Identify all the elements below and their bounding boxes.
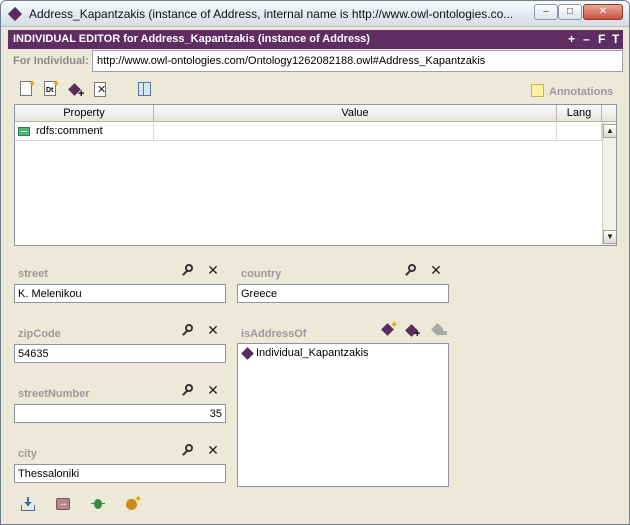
column-header-lang[interactable]: Lang bbox=[557, 105, 602, 122]
value-cell[interactable] bbox=[154, 123, 557, 141]
street-search-icon[interactable] bbox=[181, 264, 195, 278]
arrow-right-icon[interactable]: → bbox=[55, 496, 71, 512]
street-delete-icon[interactable]: ✕ bbox=[206, 263, 220, 277]
import-icon[interactable] bbox=[20, 496, 36, 512]
annotations-table: Property Value Lang rdfs:comment ▲ ▼ bbox=[14, 104, 617, 246]
country-delete-icon[interactable]: ✕ bbox=[429, 263, 443, 277]
scroll-down-icon[interactable]: ▼ bbox=[603, 230, 616, 244]
for-individual-label: For Individual: bbox=[13, 55, 89, 67]
city-search-icon[interactable] bbox=[181, 444, 195, 458]
create-datatype-annotation-icon[interactable]: Dt ✦ bbox=[42, 80, 60, 98]
editor-header-title: INDIVIDUAL EDITOR for Address_Kapantzaki… bbox=[13, 33, 370, 45]
streetnumber-delete-icon[interactable]: ✕ bbox=[206, 383, 220, 397]
country-field[interactable]: Greece bbox=[237, 284, 449, 303]
list-item-label: Individual_Kapantzakis bbox=[256, 347, 369, 359]
isaddressof-label: isAddressOf bbox=[241, 328, 307, 340]
table-scrollbar[interactable]: ▲ ▼ bbox=[602, 122, 616, 245]
create-instance-icon[interactable]: ✦ bbox=[380, 321, 398, 339]
annotations-toggle[interactable]: Annotations bbox=[531, 84, 613, 98]
editor-content: INDIVIDUAL EDITOR for Address_Kapantzaki… bbox=[6, 28, 624, 524]
window-title: Address_Kapantzakis (instance of Address… bbox=[29, 7, 514, 21]
property-name: rdfs:comment bbox=[36, 125, 103, 137]
country-label: country bbox=[241, 268, 282, 280]
window-titlebar[interactable]: Address_Kapantzakis (instance of Address… bbox=[1, 1, 629, 27]
header-t-button[interactable]: T bbox=[612, 32, 619, 46]
note-icon bbox=[531, 84, 544, 97]
zipcode-label: zipCode bbox=[18, 328, 61, 340]
individual-editor-window: Address_Kapantzakis (instance of Address… bbox=[0, 0, 630, 525]
create-annotation-icon[interactable]: ✦ bbox=[18, 80, 36, 98]
table-row[interactable]: rdfs:comment bbox=[15, 123, 602, 141]
editor-header: INDIVIDUAL EDITOR for Address_Kapantzaki… bbox=[8, 30, 623, 49]
header-f-button[interactable]: F bbox=[598, 32, 605, 46]
header-add-button[interactable]: + bbox=[568, 32, 575, 46]
debug-bug-icon[interactable] bbox=[90, 496, 106, 512]
create-metaclass-icon[interactable]: ✦ bbox=[125, 495, 142, 511]
street-label: street bbox=[18, 268, 48, 280]
instance-diamond-icon bbox=[7, 6, 23, 22]
zipcode-field[interactable]: 54635 bbox=[14, 344, 226, 363]
delete-annotation-icon[interactable]: ✕ bbox=[92, 81, 110, 99]
zipcode-delete-icon[interactable]: ✕ bbox=[206, 323, 220, 337]
city-delete-icon[interactable]: ✕ bbox=[206, 443, 220, 457]
isaddressof-list[interactable]: Individual_Kapantzakis bbox=[237, 343, 449, 487]
add-instance-icon[interactable]: + bbox=[404, 322, 422, 340]
annotations-label: Annotations bbox=[549, 86, 614, 98]
table-header: Property Value Lang bbox=[15, 105, 616, 122]
close-window-button[interactable]: ✕ bbox=[583, 4, 623, 20]
streetnumber-label: streetNumber bbox=[18, 388, 90, 400]
add-instance-annotation-icon[interactable]: + bbox=[68, 82, 86, 100]
scroll-up-icon[interactable]: ▲ bbox=[603, 124, 616, 138]
property-cell[interactable]: rdfs:comment bbox=[15, 123, 154, 141]
individual-iri-field[interactable]: http://www.owl-ontologies.com/Ontology12… bbox=[92, 50, 623, 72]
maximize-button[interactable]: □ bbox=[558, 4, 582, 20]
city-field[interactable]: Thessaloniki bbox=[14, 464, 226, 483]
streetnumber-field[interactable]: 35 bbox=[14, 404, 226, 423]
street-field[interactable]: K. Melenikou bbox=[14, 284, 226, 303]
view-columns-icon[interactable] bbox=[136, 81, 154, 99]
instance-diamond-icon bbox=[241, 347, 254, 360]
zipcode-search-icon[interactable] bbox=[181, 324, 195, 338]
city-label: city bbox=[18, 448, 37, 460]
column-header-property[interactable]: Property bbox=[15, 105, 154, 122]
remove-instance-icon[interactable] bbox=[430, 322, 448, 340]
column-header-value[interactable]: Value bbox=[154, 105, 557, 122]
minimize-button[interactable]: – bbox=[534, 4, 558, 20]
country-search-icon[interactable] bbox=[404, 264, 418, 278]
streetnumber-search-icon[interactable] bbox=[181, 384, 195, 398]
annotation-property-icon bbox=[18, 127, 30, 136]
lang-cell[interactable] bbox=[557, 123, 602, 141]
header-remove-button[interactable]: – bbox=[583, 32, 590, 46]
